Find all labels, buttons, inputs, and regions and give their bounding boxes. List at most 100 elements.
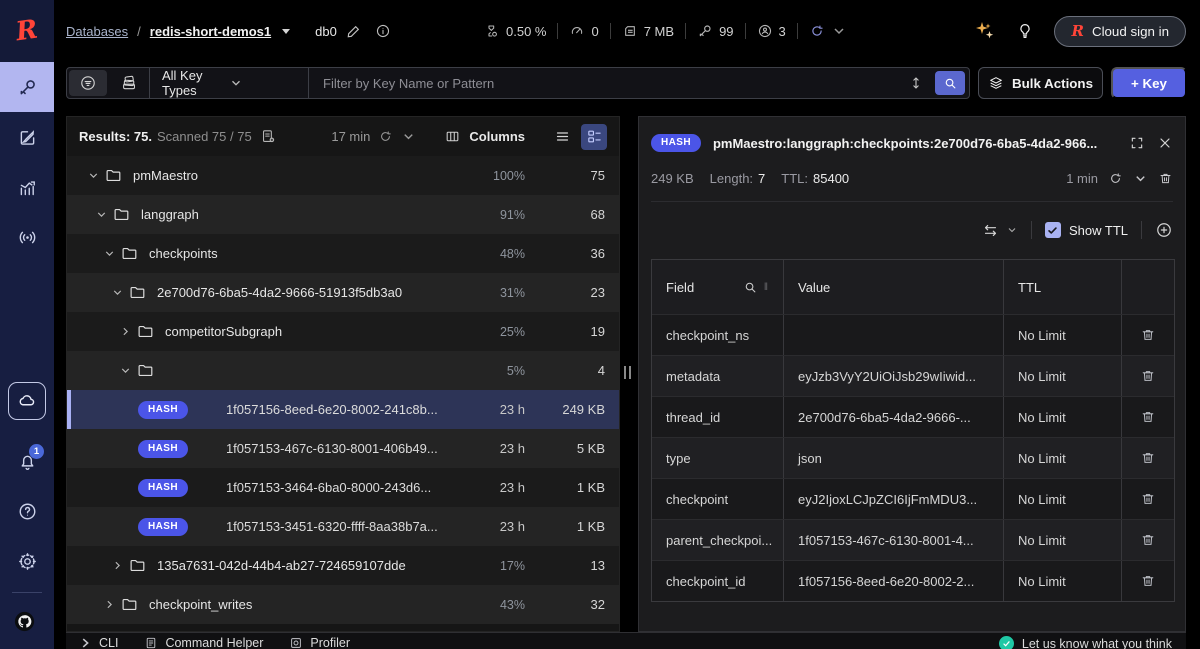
delete-field-button[interactable] bbox=[1122, 479, 1174, 519]
nav-pubsub[interactable] bbox=[0, 212, 54, 262]
tree-folder-row[interactable]: checkpoint_writes43%32 bbox=[67, 585, 619, 624]
chevron-down-icon[interactable] bbox=[401, 129, 416, 144]
chevron-down-icon[interactable] bbox=[119, 364, 135, 377]
settings-button[interactable] bbox=[0, 536, 54, 586]
chevron-down-icon[interactable] bbox=[95, 208, 111, 221]
list-view-button[interactable] bbox=[549, 124, 575, 150]
refresh-icon[interactable] bbox=[1108, 171, 1123, 186]
help-button[interactable] bbox=[0, 486, 54, 536]
field-ttl[interactable]: No Limit bbox=[1004, 561, 1122, 601]
tree-key-row[interactable]: HASH1f057153-3464-6ba0-8000-243d6...23 h… bbox=[67, 468, 619, 507]
notifications-button[interactable]: 1 bbox=[0, 436, 54, 486]
panel-resize-handle[interactable] bbox=[624, 366, 631, 379]
keys-refresh-group[interactable]: 17 min bbox=[331, 129, 416, 144]
delete-field-button[interactable] bbox=[1122, 315, 1174, 355]
field-value[interactable]: eyJzb3VyY2UiOiJsb29wIiwid... bbox=[784, 356, 1004, 396]
cloud-console-button[interactable] bbox=[8, 382, 46, 420]
field-row[interactable]: checkpointeyJ2IjoxLCJpZCI6IjFmMDU3...No … bbox=[652, 478, 1174, 519]
key-ttl[interactable]: 85400 bbox=[813, 171, 849, 186]
tree-folder-row[interactable]: 135a7631-042d-44b4-ab27-724659107dde17%1… bbox=[67, 546, 619, 585]
filter-history-button[interactable] bbox=[901, 75, 931, 91]
field-ttl[interactable]: No Limit bbox=[1004, 520, 1122, 560]
nav-browser-keys[interactable] bbox=[0, 62, 54, 112]
bulk-actions-button[interactable]: Bulk Actions bbox=[978, 67, 1103, 99]
tree-folder-row[interactable]: langgraph91%68 bbox=[67, 195, 619, 234]
cloud-sign-in-button[interactable]: R Cloud sign in bbox=[1054, 16, 1186, 47]
chevron-down-icon[interactable] bbox=[111, 286, 127, 299]
cli-button[interactable]: CLI bbox=[78, 636, 118, 649]
nav-analytics[interactable] bbox=[0, 162, 54, 212]
chevron-down-icon[interactable] bbox=[1133, 171, 1148, 186]
insights-lightbulb-icon[interactable] bbox=[1016, 22, 1034, 40]
field-ttl[interactable]: No Limit bbox=[1004, 479, 1122, 519]
field-row[interactable]: typejsonNo Limit bbox=[652, 437, 1174, 478]
field-name[interactable]: checkpoint_ns bbox=[652, 315, 784, 355]
group-keys-button[interactable] bbox=[109, 68, 149, 98]
delete-field-button[interactable] bbox=[1122, 438, 1174, 478]
delete-key-button[interactable] bbox=[1158, 171, 1173, 186]
chevron-right-icon[interactable] bbox=[111, 559, 127, 572]
delete-field-button[interactable] bbox=[1122, 356, 1174, 396]
tree-folder-row[interactable]: competitorSubgraph25%19 bbox=[67, 312, 619, 351]
edit-db-alias-button[interactable] bbox=[346, 23, 362, 39]
field-value[interactable]: json bbox=[784, 438, 1004, 478]
breadcrumb-databases-link[interactable]: Databases bbox=[66, 24, 128, 39]
field-row[interactable]: thread_id2e700d76-6ba5-4da2-9666-...No L… bbox=[652, 396, 1174, 437]
field-name[interactable]: type bbox=[652, 438, 784, 478]
delete-field-button[interactable] bbox=[1122, 520, 1174, 560]
add-key-button[interactable]: + Key bbox=[1111, 67, 1187, 99]
tree-key-row[interactable]: HASH1f057153-467c-6130-8001-406b49...23 … bbox=[67, 429, 619, 468]
refresh-icon[interactable] bbox=[378, 129, 393, 144]
chevron-down-icon[interactable] bbox=[103, 247, 119, 260]
tree-folder-row[interactable]: checkpoints48%36 bbox=[67, 234, 619, 273]
field-value[interactable]: 2e700d76-6ba5-4da2-9666-... bbox=[784, 397, 1004, 437]
github-link[interactable] bbox=[0, 599, 54, 649]
field-ttl[interactable]: No Limit bbox=[1004, 438, 1122, 478]
field-name[interactable]: checkpoint_id bbox=[652, 561, 784, 601]
field-name[interactable]: metadata bbox=[652, 356, 784, 396]
delete-field-button[interactable] bbox=[1122, 397, 1174, 437]
key-name[interactable]: pmMaestro:langgraph:checkpoints:2e700d76… bbox=[713, 136, 1117, 151]
field-ttl[interactable]: No Limit bbox=[1004, 397, 1122, 437]
field-ttl[interactable]: No Limit bbox=[1004, 356, 1122, 396]
checkbox-checked-icon[interactable] bbox=[1045, 222, 1061, 238]
tree-folder-row[interactable]: 5%4 bbox=[67, 351, 619, 390]
show-ttl-toggle[interactable]: Show TTL bbox=[1045, 222, 1128, 238]
scan-more-icon[interactable] bbox=[260, 128, 277, 145]
chevron-down-icon[interactable] bbox=[282, 29, 290, 34]
chevron-down-icon[interactable] bbox=[87, 169, 103, 182]
key-filter-input[interactable] bbox=[309, 68, 901, 98]
search-fields-button[interactable]: ‖ bbox=[743, 280, 769, 295]
breadcrumb-db-name[interactable]: redis-short-demos1 bbox=[150, 24, 271, 39]
key-type-select[interactable]: All Key Types bbox=[150, 68, 308, 98]
filter-mode-button[interactable] bbox=[69, 70, 107, 96]
close-icon[interactable] bbox=[1157, 135, 1173, 151]
tree-key-row[interactable]: HASH1f057153-3451-6320-ffff-8aa38b7a...2… bbox=[67, 507, 619, 546]
field-row[interactable]: checkpoint_ns No Limit bbox=[652, 314, 1174, 355]
field-row[interactable]: parent_checkpoi...1f057153-467c-6130-800… bbox=[652, 519, 1174, 560]
profiler-button[interactable]: Profiler bbox=[289, 636, 350, 649]
column-resize-handle[interactable]: ‖ bbox=[764, 282, 769, 293]
feedback-link[interactable]: Let us know what you think bbox=[999, 636, 1172, 649]
search-button[interactable] bbox=[935, 71, 965, 95]
tree-view-button[interactable] bbox=[581, 124, 607, 150]
redis-logo[interactable]: R bbox=[0, 0, 54, 62]
field-value[interactable]: eyJ2IjoxLCJpZCI6IjFmMDU3... bbox=[784, 479, 1004, 519]
chevron-right-icon[interactable] bbox=[103, 598, 119, 611]
field-value[interactable]: 1f057153-467c-6130-8001-4... bbox=[784, 520, 1004, 560]
command-helper-button[interactable]: Command Helper bbox=[144, 636, 263, 649]
field-ttl[interactable]: No Limit bbox=[1004, 315, 1122, 355]
field-name[interactable]: parent_checkpoi... bbox=[652, 520, 784, 560]
db-info-icon[interactable] bbox=[375, 23, 391, 39]
formatter-select[interactable] bbox=[982, 222, 1018, 239]
tree-folder-row[interactable]: pmMaestro100%75 bbox=[67, 156, 619, 195]
chevron-right-icon[interactable] bbox=[119, 325, 135, 338]
delete-field-button[interactable] bbox=[1122, 561, 1174, 601]
fullscreen-icon[interactable] bbox=[1129, 135, 1145, 151]
nav-workbench[interactable] bbox=[0, 112, 54, 162]
metrics-refresh[interactable] bbox=[809, 23, 847, 39]
tree-key-row[interactable]: HASH1f057156-8eed-6e20-8002-241c8b...23 … bbox=[67, 390, 619, 429]
field-name[interactable]: thread_id bbox=[652, 397, 784, 437]
field-row[interactable]: metadataeyJzb3VyY2UiOiJsb29wIiwid...No L… bbox=[652, 355, 1174, 396]
add-field-button[interactable] bbox=[1155, 221, 1173, 239]
